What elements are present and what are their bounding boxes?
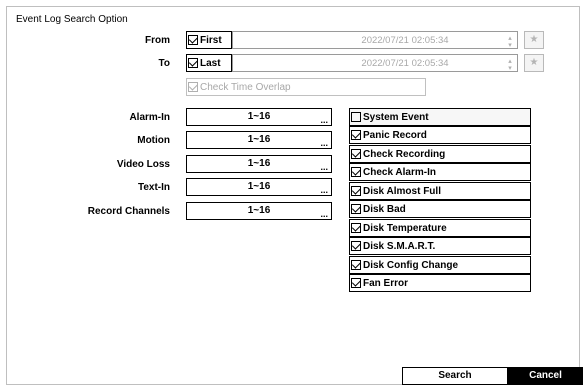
to-last-label: Last bbox=[200, 57, 221, 69]
from-datetime-field[interactable]: 2022/07/21 02:05:34 ▴ ▾ bbox=[232, 31, 518, 49]
up-down-spinner-icon[interactable]: ▴ ▾ bbox=[507, 58, 513, 72]
checkbox-icon bbox=[351, 278, 361, 288]
ellipsis-icon: ... bbox=[320, 209, 328, 219]
to-last-checkbox[interactable]: Last bbox=[186, 54, 232, 72]
video-loss-label: Video Loss bbox=[116, 159, 170, 170]
checkbox-icon bbox=[188, 35, 198, 45]
checkbox-icon bbox=[351, 167, 361, 177]
checkbox-icon bbox=[351, 204, 361, 214]
ellipsis-icon: ... bbox=[320, 138, 328, 148]
event-system-event[interactable]: System Event bbox=[349, 108, 531, 126]
checkbox-icon bbox=[188, 58, 198, 68]
motion-range-value: 1~16 bbox=[247, 134, 271, 145]
event-disk-bad[interactable]: Disk Bad bbox=[349, 200, 531, 218]
record-channels-range-select[interactable]: 1~16 ... bbox=[186, 202, 332, 220]
event-label: Panic Record bbox=[363, 129, 427, 141]
event-fan-error[interactable]: Fan Error bbox=[349, 274, 531, 292]
to-star-icon[interactable]: ★ bbox=[524, 54, 544, 72]
to-datetime-field[interactable]: 2022/07/21 02:05:34 ▴ ▾ bbox=[232, 54, 518, 72]
from-star-icon[interactable]: ★ bbox=[524, 31, 544, 49]
text-in-range-value: 1~16 bbox=[247, 181, 271, 192]
ellipsis-icon: ... bbox=[320, 185, 328, 195]
alarm-in-label: Alarm-In bbox=[129, 112, 170, 123]
from-first-label: First bbox=[200, 34, 222, 46]
from-datetime-text: 2022/07/21 02:05:34 bbox=[361, 34, 449, 46]
ellipsis-icon: ... bbox=[320, 115, 328, 125]
video-loss-range-select[interactable]: 1~16 ... bbox=[186, 155, 332, 173]
checkbox-icon bbox=[351, 130, 361, 140]
dialog-title: Event Log Search Option bbox=[16, 14, 128, 25]
cancel-button[interactable]: Cancel bbox=[508, 367, 583, 385]
from-label: From bbox=[145, 35, 170, 46]
video-loss-range-value: 1~16 bbox=[247, 158, 271, 169]
event-disk-smart[interactable]: Disk S.M.A.R.T. bbox=[349, 237, 531, 255]
event-label: Disk Config Change bbox=[363, 259, 459, 271]
ellipsis-icon: ... bbox=[320, 162, 328, 172]
event-label: Disk S.M.A.R.T. bbox=[363, 240, 436, 252]
checkbox-icon bbox=[351, 241, 361, 251]
motion-label: Motion bbox=[137, 135, 170, 146]
event-label: Fan Error bbox=[363, 277, 409, 289]
event-label: Disk Almost Full bbox=[363, 185, 441, 197]
alarm-in-range-value: 1~16 bbox=[247, 111, 271, 122]
checkbox-icon bbox=[351, 260, 361, 270]
event-panic-record[interactable]: Panic Record bbox=[349, 126, 531, 144]
checkbox-icon bbox=[188, 82, 198, 92]
record-channels-range-value: 1~16 bbox=[247, 205, 271, 216]
text-in-range-select[interactable]: 1~16 ... bbox=[186, 178, 332, 196]
event-disk-config-change[interactable]: Disk Config Change bbox=[349, 256, 531, 274]
event-disk-temperature[interactable]: Disk Temperature bbox=[349, 219, 531, 237]
event-disk-almost-full[interactable]: Disk Almost Full bbox=[349, 182, 531, 200]
event-check-recording[interactable]: Check Recording bbox=[349, 145, 531, 163]
event-label: Disk Bad bbox=[363, 203, 406, 215]
alarm-in-range-select[interactable]: 1~16 ... bbox=[186, 108, 332, 126]
from-first-checkbox[interactable]: First bbox=[186, 31, 232, 49]
check-time-overlap-label: Check Time Overlap bbox=[200, 81, 291, 93]
text-in-label: Text-In bbox=[137, 182, 170, 193]
checkbox-icon bbox=[351, 112, 361, 122]
motion-range-select[interactable]: 1~16 ... bbox=[186, 131, 332, 149]
to-datetime-text: 2022/07/21 02:05:34 bbox=[361, 57, 449, 69]
checkbox-icon bbox=[351, 149, 361, 159]
checkbox-icon bbox=[351, 186, 361, 196]
record-channels-label: Record Channels bbox=[87, 206, 170, 217]
event-label: Check Alarm-In bbox=[363, 166, 436, 178]
event-label: Disk Temperature bbox=[363, 222, 447, 234]
up-down-spinner-icon[interactable]: ▴ ▾ bbox=[507, 35, 513, 49]
event-label: System Event bbox=[363, 111, 429, 123]
event-label: Check Recording bbox=[363, 148, 446, 160]
search-button[interactable]: Search bbox=[402, 367, 508, 385]
checkbox-icon bbox=[351, 223, 361, 233]
to-label: To bbox=[158, 58, 170, 69]
check-time-overlap-checkbox[interactable]: Check Time Overlap bbox=[186, 78, 426, 96]
event-check-alarm-in[interactable]: Check Alarm-In bbox=[349, 163, 531, 181]
